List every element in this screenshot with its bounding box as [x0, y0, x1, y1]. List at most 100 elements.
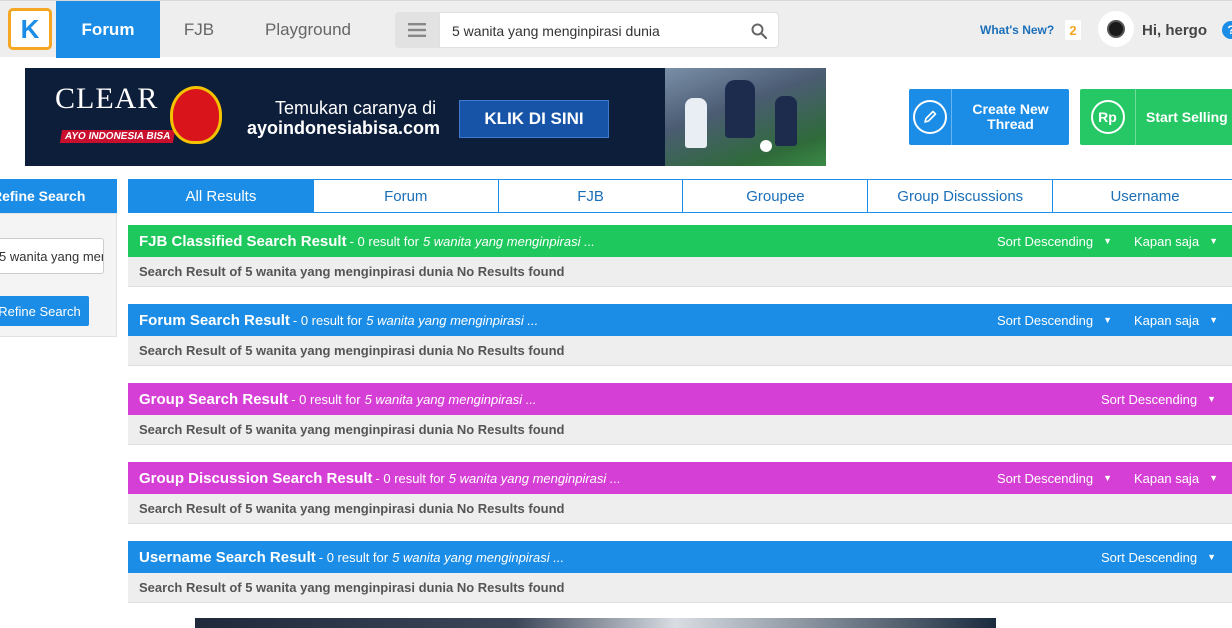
search-box	[439, 12, 779, 48]
rupiah-icon-wrap: Rp	[1080, 89, 1136, 145]
chevron-down-icon: ▼	[1103, 315, 1113, 325]
search-input[interactable]	[452, 20, 742, 42]
section-body: Search Result of 5 wanita yang menginpir…	[128, 257, 1232, 287]
section-title: Username Search Result	[139, 548, 316, 566]
top-navbar: K Forum FJB Playground What's New? 2 Hi,…	[0, 0, 1232, 58]
refine-search-panel: Refine Search	[0, 213, 117, 337]
banner-cta-button[interactable]: KLIK DI SINI	[459, 100, 609, 138]
section-count: - 0 result for	[318, 549, 389, 565]
forum-result-section: Forum Search Result - 0 result for 5 wan…	[128, 304, 1232, 366]
section-header: Group Discussion Search Result - 0 resul…	[128, 462, 1232, 494]
notification-badge[interactable]: 2	[1065, 20, 1081, 40]
banner-line2: ayoindonesiabisa.com	[247, 118, 441, 138]
fjb-result-section: FJB Classified Search Result - 0 result …	[128, 225, 1232, 287]
section-header: FJB Classified Search Result - 0 result …	[128, 225, 1232, 257]
section-query: 5 wanita yang menginpirasi ...	[364, 391, 537, 407]
time-label: Kapan saja	[1134, 233, 1200, 249]
tab-all-results[interactable]: All Results	[129, 180, 314, 212]
section-body: Search Result of 5 wanita yang menginpir…	[128, 494, 1232, 524]
search-button[interactable]	[748, 20, 770, 42]
section-title: Group Discussion Search Result	[139, 469, 373, 487]
nav-tab-fjb[interactable]: FJB	[160, 1, 238, 58]
create-new-thread-button[interactable]: Create New Thread	[909, 89, 1069, 145]
refine-heading-text: Refine Search	[0, 188, 86, 204]
banner-slogan: AYO INDONESIA BISA	[59, 130, 176, 143]
tab-fjb[interactable]: FJB	[498, 180, 684, 212]
result-tabs: All Results Forum FJB Groupee Group Disc…	[128, 179, 1232, 213]
sort-label: Sort Descending	[997, 312, 1094, 328]
chevron-down-icon: ▼	[1207, 394, 1217, 404]
chevron-down-icon: ▼	[1207, 552, 1217, 562]
club-crest-icon	[170, 86, 222, 144]
tab-username[interactable]: Username	[1053, 180, 1232, 212]
logo-letter: K	[20, 14, 40, 44]
section-query: 5 wanita yang menginpirasi ...	[366, 312, 539, 328]
sort-dropdown[interactable]: Sort Descending ▼	[997, 304, 1112, 336]
section-body: Search Result of 5 wanita yang menginpir…	[128, 336, 1232, 366]
section-query: 5 wanita yang menginpirasi ...	[448, 470, 621, 486]
section-header: Username Search Result - 0 result for 5 …	[128, 541, 1232, 573]
sort-dropdown[interactable]: Sort Descending ▼	[997, 225, 1112, 257]
nav-tab-playground[interactable]: Playground	[238, 1, 378, 58]
tab-groupee[interactable]: Groupee	[683, 180, 869, 212]
user-greeting[interactable]: Hi, hergo	[1142, 22, 1207, 39]
sort-label: Sort Descending	[997, 470, 1094, 486]
section-count: - 0 result for	[292, 312, 363, 328]
avatar-image	[1107, 20, 1125, 38]
nav-tab-forum[interactable]: Forum	[56, 1, 160, 58]
section-body: Search Result of 5 wanita yang menginpir…	[128, 415, 1232, 445]
section-query: 5 wanita yang menginpirasi ...	[392, 549, 565, 565]
chevron-down-icon: ▼	[1209, 473, 1218, 483]
chevron-down-icon: ▼	[1103, 473, 1113, 483]
refine-search-button[interactable]: Refine Search	[0, 296, 89, 326]
pencil-icon-wrap	[909, 89, 953, 145]
section-header: Group Search Result - 0 result for 5 wan…	[128, 383, 1232, 415]
search-menu-button[interactable]	[395, 12, 439, 48]
section-title: Forum Search Result	[139, 311, 290, 329]
section-title: Group Search Result	[139, 390, 289, 408]
tab-forum[interactable]: Forum	[313, 180, 499, 212]
group-result-section: Group Search Result - 0 result for 5 wan…	[128, 383, 1232, 445]
bottom-ad-banner[interactable]	[195, 618, 996, 628]
username-result-section: Username Search Result - 0 result for 5 …	[128, 541, 1232, 603]
start-selling-button[interactable]: Rp Start Selling	[1080, 89, 1232, 145]
section-title: FJB Classified Search Result	[139, 232, 347, 250]
tab-group-discussions[interactable]: Group Discussions	[868, 180, 1054, 212]
banner-photo	[665, 68, 826, 166]
sort-dropdown[interactable]: Sort Descending ▼	[1101, 541, 1216, 573]
time-dropdown[interactable]: Kapan saja ▼	[1134, 304, 1218, 336]
create-thread-label: Create New Thread	[972, 101, 1049, 132]
ad-banner[interactable]: CLEAR AYO INDONESIA BISA Temukan caranya…	[25, 68, 826, 166]
section-body: Search Result of 5 wanita yang menginpir…	[128, 573, 1232, 603]
search-icon	[751, 23, 767, 39]
sort-label: Sort Descending	[997, 233, 1094, 249]
time-label: Kapan saja	[1134, 470, 1200, 486]
rupiah-icon: Rp	[1090, 100, 1125, 134]
section-count: - 0 result for	[291, 391, 361, 407]
sort-dropdown[interactable]: Sort Descending ▼	[1101, 383, 1216, 415]
pencil-icon	[913, 100, 948, 134]
time-label: Kapan saja	[1134, 312, 1200, 328]
banner-brand: CLEAR	[55, 82, 159, 115]
help-icon[interactable]: ?	[1222, 21, 1232, 39]
chevron-down-icon: ▼	[1103, 236, 1113, 246]
section-header: Forum Search Result - 0 result for 5 wan…	[128, 304, 1232, 336]
refine-search-input[interactable]	[0, 238, 104, 274]
section-count: - 0 result for	[375, 470, 445, 486]
avatar[interactable]	[1098, 11, 1134, 47]
sort-label: Sort Descending	[1101, 391, 1198, 407]
sort-label: Sort Descending	[1101, 549, 1198, 565]
banner-line1: Temukan caranya di	[275, 98, 437, 118]
start-selling-label: Start Selling	[1146, 108, 1228, 125]
section-count: - 0 result for	[349, 233, 419, 249]
kaskus-logo[interactable]: K	[8, 8, 52, 50]
time-dropdown[interactable]: Kapan saja ▼	[1134, 462, 1218, 494]
group-discussion-result-section: Group Discussion Search Result - 0 resul…	[128, 462, 1232, 524]
sort-dropdown[interactable]: Sort Descending ▼	[997, 462, 1112, 494]
section-query: 5 wanita yang menginpirasi ...	[422, 233, 595, 249]
hamburger-icon	[408, 23, 426, 37]
whats-new-link[interactable]: What's New?	[980, 23, 1054, 37]
time-dropdown[interactable]: Kapan saja ▼	[1134, 225, 1218, 257]
chevron-down-icon: ▼	[1209, 315, 1218, 325]
refine-search-heading: Refine Search	[0, 179, 117, 213]
